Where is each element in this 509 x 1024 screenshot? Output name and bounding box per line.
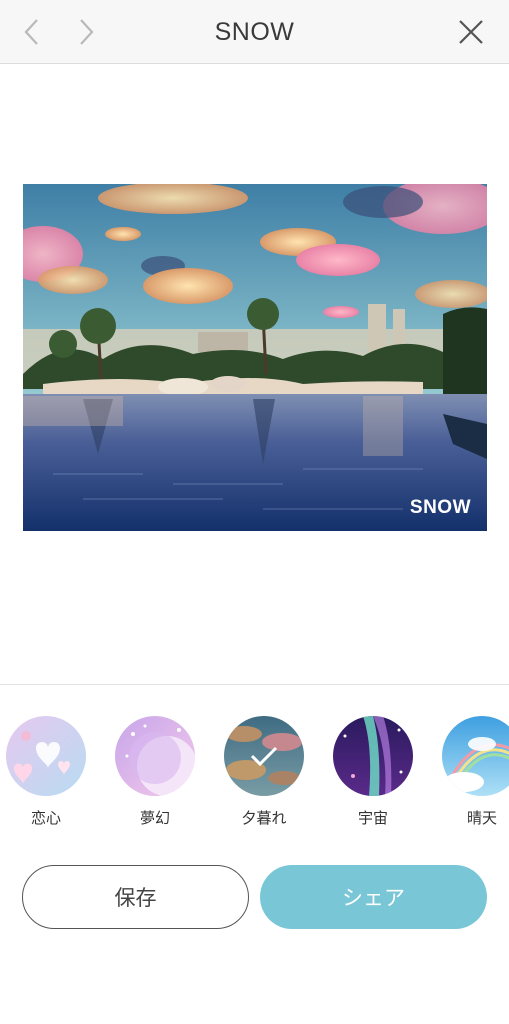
filter-item-seiten[interactable]: 晴天: [442, 716, 509, 828]
filter-label: 恋心: [30, 809, 61, 827]
close-icon: [459, 20, 483, 44]
filter-thumbnail[interactable]: [6, 716, 86, 796]
filter-item-uchu[interactable]: 宇宙: [333, 716, 415, 828]
filter-carousel[interactable]: 恋心 夢幻 夕暮れ 宇宙 晴天: [0, 716, 509, 831]
rainbow-sky-image: [442, 716, 509, 796]
filter-label: 宇宙: [357, 809, 388, 827]
filter-item-koigokoro[interactable]: 恋心: [6, 716, 88, 828]
filter-item-mugen[interactable]: 夢幻: [115, 716, 197, 828]
save-button[interactable]: 保存: [22, 865, 249, 929]
filter-label: 夢幻: [139, 809, 170, 827]
navigation-bar: SNOW: [0, 0, 509, 64]
aurora-space-image: [333, 716, 413, 796]
watermark: SNOW: [409, 497, 471, 518]
selected-indicator: [224, 716, 304, 796]
divider: [0, 684, 509, 685]
filter-thumbnail[interactable]: [224, 716, 304, 796]
hearts-image: [6, 716, 86, 796]
photo-preview: SNOW: [23, 184, 487, 531]
filter-thumbnail[interactable]: [115, 716, 195, 796]
close-button[interactable]: [453, 14, 489, 50]
checkmark-icon: [250, 746, 278, 767]
page-title: SNOW: [214, 18, 295, 46]
share-button[interactable]: シェア: [260, 865, 487, 929]
filter-thumbnail[interactable]: [333, 716, 413, 796]
filter-item-yugure[interactable]: 夕暮れ: [224, 716, 306, 828]
dreamy-moon-image: [115, 716, 195, 796]
filter-thumbnail[interactable]: [442, 716, 509, 796]
landscape-image: [23, 184, 487, 531]
filter-label: 晴天: [466, 809, 497, 827]
filter-label: 夕暮れ: [241, 809, 287, 827]
